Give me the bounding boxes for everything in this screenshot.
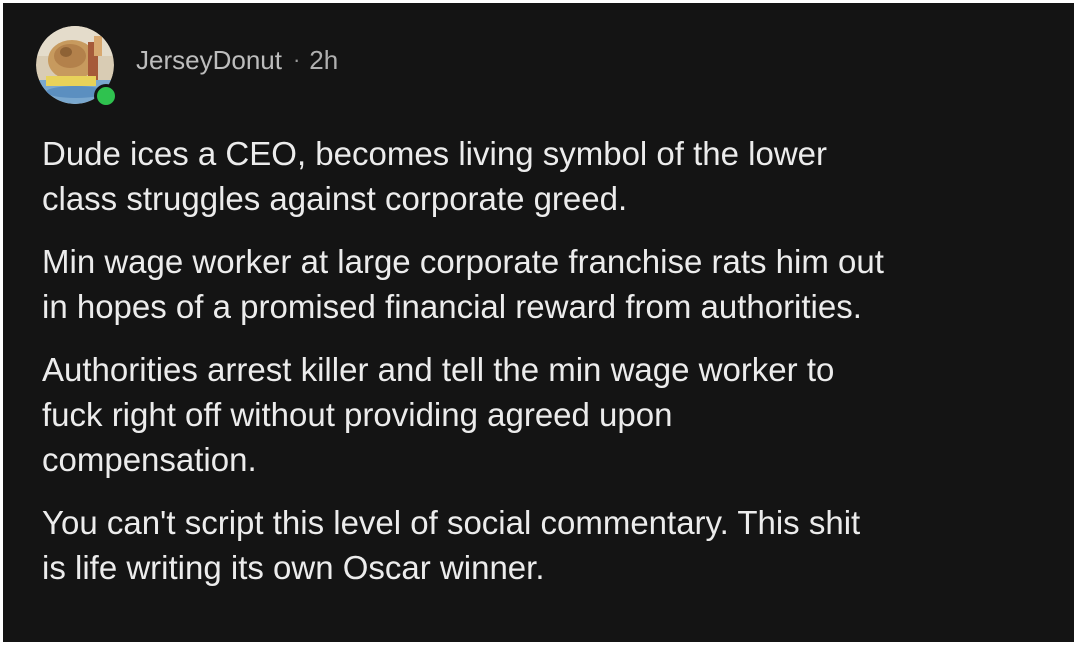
online-status-dot: [94, 84, 118, 108]
comment-paragraph: Min wage worker at large corporate franc…: [42, 243, 884, 325]
meta-separator: ·: [292, 47, 301, 72]
comment-paragraph: Authorities arrest killer and tell the m…: [42, 351, 835, 478]
comment-meta: JerseyDonut · 2h: [136, 45, 338, 76]
username-link[interactable]: JerseyDonut: [136, 45, 282, 76]
comment-paragraph: Dude ices a CEO, becomes living symbol o…: [42, 135, 828, 217]
comment-header: JerseyDonut · 2h: [36, 25, 338, 108]
comment-paragraph: You can't script this level of social co…: [42, 504, 861, 586]
timestamp: 2h: [309, 44, 339, 75]
comment-body: Dude ices a CEO, becomes living symbol o…: [42, 131, 1042, 608]
avatar[interactable]: [36, 26, 118, 108]
comment-card: JerseyDonut · 2h Dude ices a CEO, become…: [3, 3, 1074, 642]
